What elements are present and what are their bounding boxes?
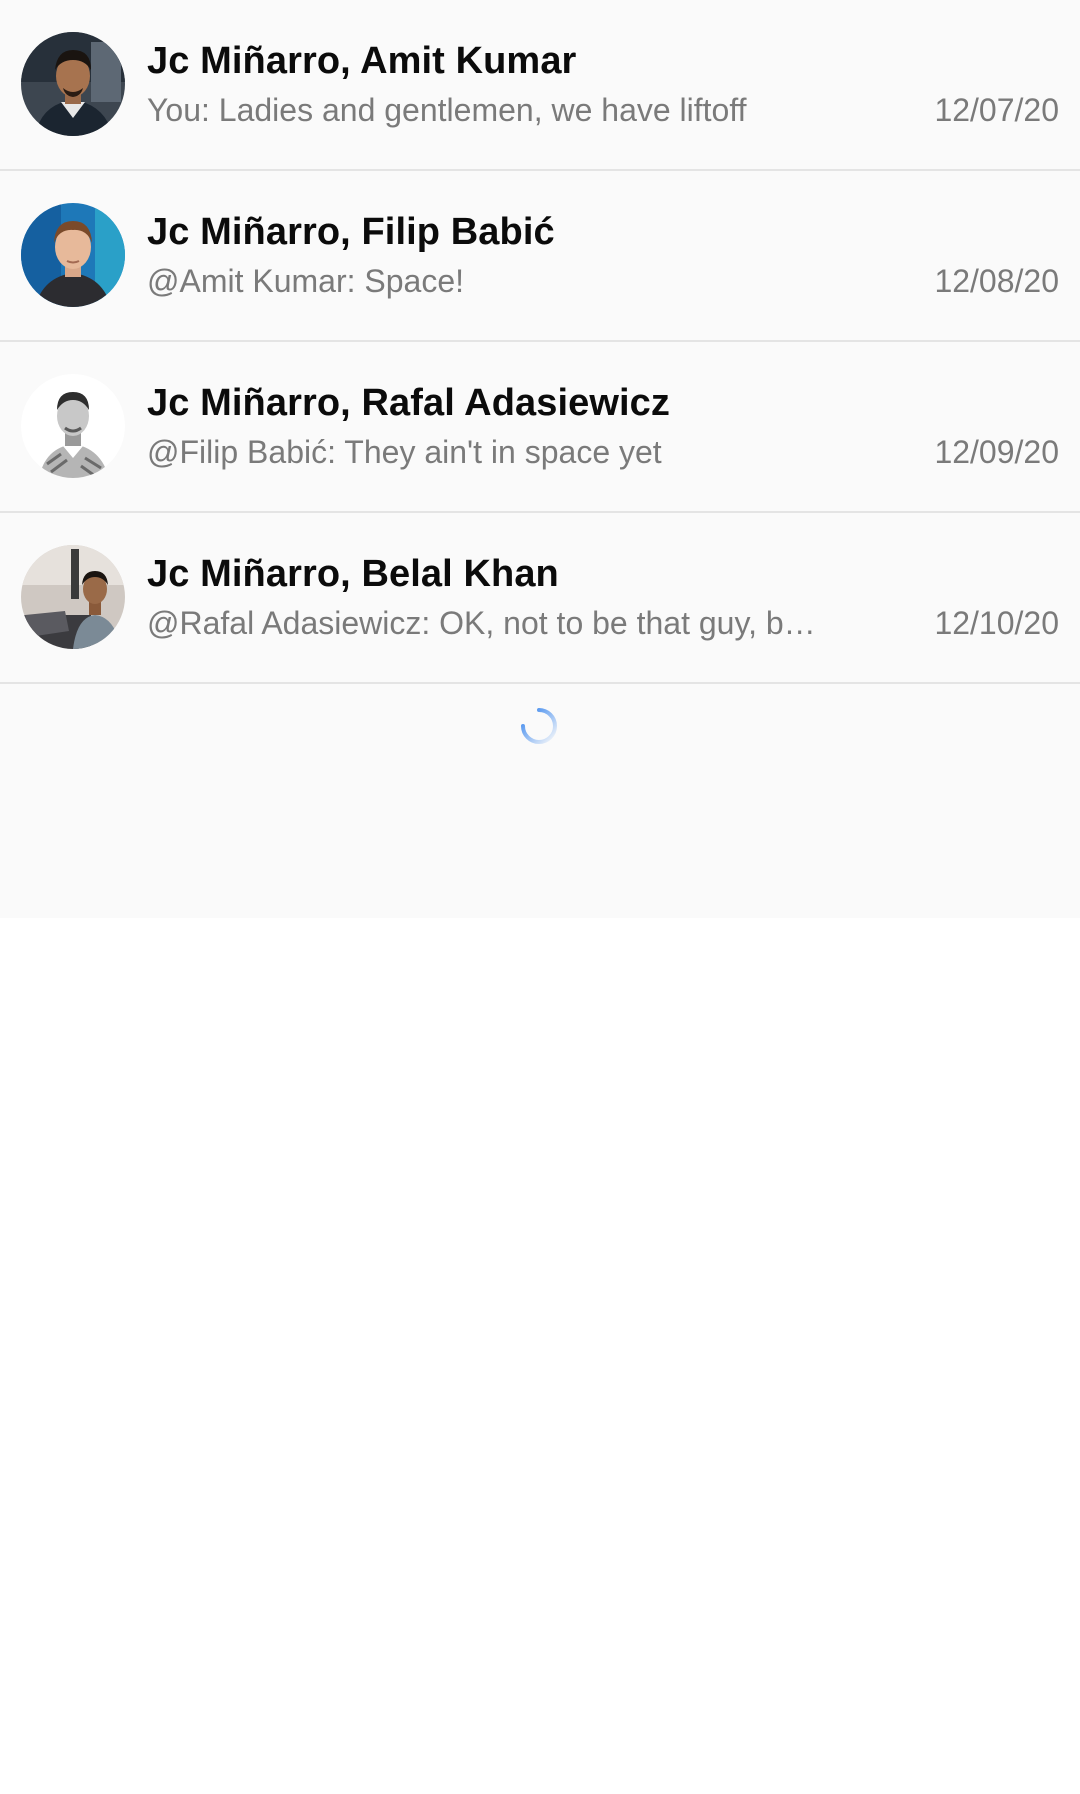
channel-row[interactable]: Jc Miñarro, Rafal Adasiewicz @Filip Babi…	[0, 342, 1080, 513]
channel-title: Jc Miñarro, Rafal Adasiewicz	[147, 382, 671, 424]
last-message-date: 12/07/20	[934, 92, 1059, 128]
person-photo-icon	[21, 203, 125, 307]
last-message-date: 12/08/20	[934, 263, 1059, 299]
last-message-preview: @Filip Babić: They ain't in space yet	[147, 434, 662, 470]
channel-row[interactable]: Jc Miñarro, Belal Khan @Rafal Adasiewicz…	[0, 513, 1080, 684]
avatar	[21, 32, 125, 136]
channel-row[interactable]: Jc Miñarro, Amit Kumar You: Ladies and g…	[0, 0, 1080, 171]
channel-title: Jc Miñarro, Amit Kumar	[147, 40, 577, 82]
last-message-date: 12/10/20	[934, 605, 1059, 641]
last-message-preview: You: Ladies and gentlemen, we have lifto…	[147, 92, 747, 128]
channel-list: Jc Miñarro, Amit Kumar You: Ladies and g…	[0, 0, 1080, 684]
person-photo-icon	[21, 545, 125, 649]
avatar	[21, 545, 125, 649]
last-message-preview: @Rafal Adasiewicz: OK, not to be that gu…	[147, 605, 816, 641]
avatar	[21, 203, 125, 307]
spinner-icon	[521, 708, 557, 744]
person-photo-icon	[21, 32, 125, 136]
person-photo-icon	[21, 374, 125, 478]
avatar	[21, 374, 125, 478]
channel-title: Jc Miñarro, Belal Khan	[147, 553, 559, 595]
channel-title: Jc Miñarro, Filip Babić	[147, 211, 555, 253]
last-message-preview: @Amit Kumar: Space!	[147, 263, 465, 299]
channel-list-panel: Jc Miñarro, Amit Kumar You: Ladies and g…	[0, 0, 1080, 918]
last-message-date: 12/09/20	[934, 434, 1059, 470]
channel-row[interactable]: Jc Miñarro, Filip Babić @Amit Kumar: Spa…	[0, 171, 1080, 342]
